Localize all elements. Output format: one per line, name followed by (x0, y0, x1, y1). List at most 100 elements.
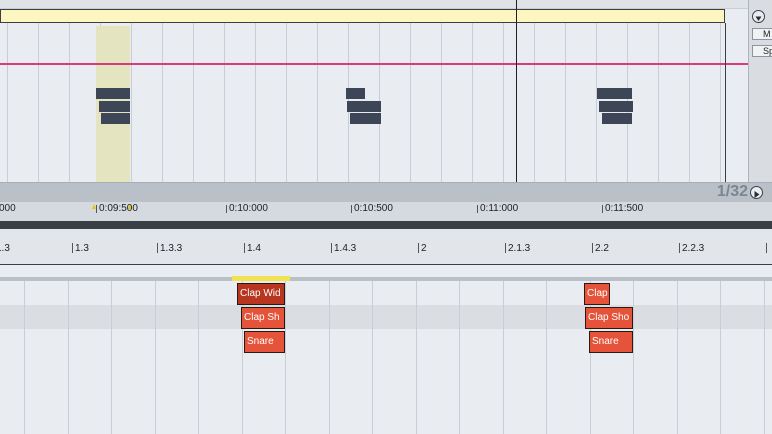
clip-label: Clap Sh (244, 312, 280, 323)
side-button-sp[interactable]: Sp (752, 45, 772, 57)
clip[interactable]: Clap (584, 283, 610, 305)
grid-line (379, 0, 380, 182)
beat-label: 1.4.3 (334, 243, 357, 254)
grid-line (255, 0, 256, 182)
playhead[interactable] (516, 0, 517, 202)
beat-label: 2.1.3 (508, 243, 531, 254)
grid-line (677, 281, 678, 434)
midi-note[interactable] (101, 113, 130, 124)
grid-line (162, 0, 163, 182)
top-scroll-strip[interactable] (0, 0, 748, 9)
beat-label: 1.3.3 (160, 243, 183, 254)
grid-line (286, 0, 287, 182)
zoom-level: 1/32 (716, 183, 748, 200)
ruler-tick (72, 243, 73, 253)
beat-label: 2 (421, 243, 427, 254)
grid-line (131, 0, 132, 182)
beat-label: 1.3 (75, 243, 89, 254)
midi-note[interactable] (99, 101, 130, 112)
midi-note[interactable] (96, 88, 130, 99)
time-label: 0:11:000 (480, 203, 519, 214)
grid-line (633, 281, 634, 434)
beat-label: 2.2.3 (682, 243, 705, 254)
beat-label: 1.3 (0, 243, 10, 254)
collapse-button[interactable] (752, 10, 765, 23)
ruler-tick (331, 243, 332, 253)
grid-line (416, 281, 417, 434)
ruler-tick (592, 243, 593, 253)
time-label: 0:09:500 (99, 203, 138, 214)
lane (0, 281, 772, 305)
midi-note[interactable] (350, 113, 381, 124)
time-label: 000 (0, 203, 16, 214)
grid-line (534, 0, 535, 182)
loop-strip[interactable] (0, 264, 772, 277)
beat-ruler[interactable] (0, 229, 772, 264)
lane (0, 305, 772, 329)
grid-line (224, 0, 225, 182)
lane (0, 329, 772, 353)
grid-line (69, 0, 70, 182)
grid-line (503, 281, 504, 434)
ruler-tick (679, 243, 680, 253)
side-button-label: Sp (763, 46, 772, 56)
grid-line (720, 0, 721, 182)
grid-line (689, 0, 690, 182)
clip[interactable]: Snare (244, 331, 285, 353)
clip-label: Snare (592, 336, 619, 347)
grid-line (472, 0, 473, 182)
clip-label: Clap (587, 288, 608, 299)
grid-line (155, 281, 156, 434)
midi-note[interactable] (347, 101, 381, 112)
drum-lanes[interactable] (0, 281, 772, 434)
midi-note[interactable] (599, 101, 633, 112)
play-forward-button[interactable] (750, 186, 763, 199)
beat-label: 1.4 (247, 243, 261, 254)
grid-line (658, 0, 659, 182)
ruler-tick (351, 205, 352, 213)
clip[interactable]: Clap Wid (237, 283, 285, 305)
ruler-tick (418, 243, 419, 253)
clip-label: Clap Sho (588, 312, 630, 323)
clip-end-marker (725, 23, 726, 182)
zoom-bar (0, 182, 772, 202)
grid-line (410, 0, 411, 182)
time-label: 0:10:500 (354, 203, 393, 214)
grid-line (764, 281, 765, 434)
midi-note[interactable] (597, 88, 632, 99)
grid-line (546, 281, 547, 434)
ruler-tick (244, 243, 245, 253)
grid-line (7, 0, 8, 182)
clip[interactable]: Clap Sh (241, 307, 285, 329)
grid-line (372, 281, 373, 434)
clip-region-bar[interactable] (0, 9, 725, 23)
clip[interactable]: Clap Sho (585, 307, 633, 329)
midi-note[interactable] (346, 88, 365, 99)
horizontal-scrollbar[interactable] (0, 221, 772, 229)
grid-line (720, 281, 721, 434)
grid-line (565, 0, 566, 182)
clip-label: Clap Wid (240, 288, 281, 299)
ruler-tick (477, 205, 478, 213)
grid-line (285, 281, 286, 434)
clip[interactable]: Snare (589, 331, 633, 353)
ruler-tick (766, 243, 767, 253)
lane (0, 353, 772, 434)
chevron-down-icon (755, 16, 762, 21)
grid-line (24, 281, 25, 434)
ruler-tick (505, 243, 506, 253)
ruler-tick (602, 205, 603, 213)
time-label: 0:10:000 (229, 203, 268, 214)
midi-note[interactable] (602, 113, 632, 124)
grid-line (111, 281, 112, 434)
grid-line (198, 281, 199, 434)
clip-label: Snare (247, 336, 274, 347)
velocity-line (0, 63, 748, 65)
grid-line (329, 281, 330, 434)
side-button-m[interactable]: M (752, 28, 772, 40)
side-button-label: M (763, 29, 771, 39)
grid-line (317, 0, 318, 182)
midi-editor-panel[interactable] (0, 0, 748, 182)
grid-line (193, 0, 194, 182)
grid-line (38, 0, 39, 182)
